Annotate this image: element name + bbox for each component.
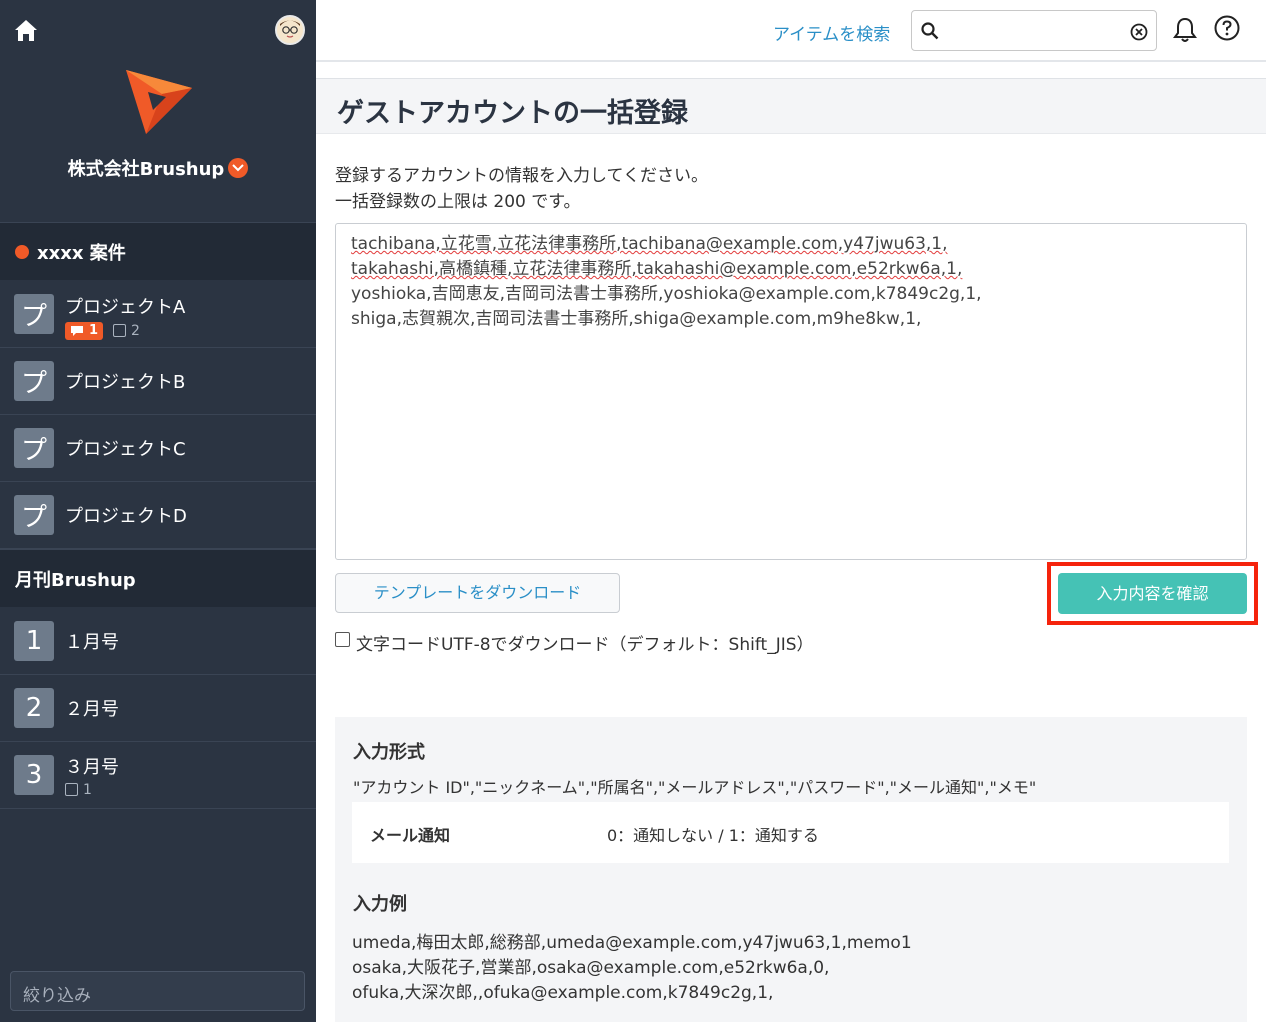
comment-badge: 1 (65, 321, 104, 340)
filter-input[interactable]: 絞り込み (10, 971, 305, 1011)
divider (316, 60, 1266, 62)
org-name-label: 株式会社Brushup (67, 159, 225, 180)
issue-label: ３月号 (65, 756, 119, 778)
org-name[interactable]: 株式会社Brushup (0, 155, 316, 181)
project-icon: プ (14, 294, 54, 334)
format-title: 入力形式 (353, 742, 425, 763)
sidebar-item-issue-1[interactable]: 1 １月号 (0, 608, 316, 675)
issue-icon: 1 (14, 621, 54, 661)
sidebar-item-project-d[interactable]: プ プロジェクトD (0, 482, 316, 549)
task-icon (113, 324, 127, 337)
issue-icon: 2 (14, 688, 54, 728)
project-icon: プ (14, 495, 54, 535)
search-input[interactable] (911, 10, 1157, 51)
search-icon (921, 22, 939, 40)
textarea-line: yoshioka,吉岡恵友,吉岡司法書士事務所,yoshioka@example… (351, 284, 982, 304)
description-line-2: 一括登録数の上限は 200 です。 (335, 192, 581, 212)
issue-label: １月号 (65, 632, 119, 653)
project-label: プロジェクトB (65, 372, 186, 393)
textarea-line: shiga,志賀親次,吉岡司法書士事務所,shiga@example.com,m… (351, 309, 922, 329)
project-label: プロジェクトC (65, 439, 186, 460)
avatar[interactable] (275, 15, 305, 45)
page-title: ゲストアカウントの一括登録 (337, 98, 688, 129)
example-line: ofuka,大深次郎,,ofuka@example.com,k7849c2g,1… (352, 983, 774, 1003)
comment-count: 1 (89, 323, 99, 338)
section-label: xxxx 案件 (37, 242, 126, 264)
utf8-checkbox-label[interactable]: 文字コードUTF-8でダウンロード（デフォルト：Shift_JIS） (356, 630, 814, 655)
home-icon[interactable] (12, 16, 40, 44)
sidebar-item-issue-3[interactable]: 3 ３月号 1 (0, 742, 316, 809)
sidebar: 株式会社Brushup xxxx 案件 プ プロジェクトA 1 2 プ プロジェ… (0, 0, 316, 1022)
format-columns: "アカウント ID","ニックネーム","所属名","メールアドレス","パスワ… (353, 778, 1037, 797)
project-icon: プ (14, 428, 54, 468)
confirm-input-button[interactable]: 入力内容を確認 (1058, 573, 1247, 614)
project-label: プロジェクトA (65, 296, 186, 318)
issue-icon: 3 (14, 755, 54, 795)
example-title: 入力例 (353, 894, 407, 915)
clear-icon (1130, 23, 1148, 41)
sidebar-item-project-a[interactable]: プ プロジェクトA 1 2 (0, 281, 316, 348)
sidebar-item-project-b[interactable]: プ プロジェクトB (0, 348, 316, 415)
sidebar-item-issue-2[interactable]: 2 ２月号 (0, 675, 316, 742)
chevron-down-icon[interactable] (228, 158, 249, 178)
project-label: プロジェクトD (65, 506, 187, 527)
textarea-line: takahashi,高橋鎮種,立花法律事務所,takahashi@example… (351, 259, 963, 279)
download-template-button[interactable]: テンプレートをダウンロード (335, 573, 620, 613)
description-line-1: 登録するアカウントの情報を入力してください。 (335, 166, 708, 186)
task-icon (65, 783, 78, 796)
textarea-line: tachibana,立花雪,立花法律事務所,tachibana@example.… (351, 234, 948, 254)
accounts-textarea[interactable]: tachibana,立花雪,立花法律事務所,tachibana@example.… (335, 223, 1247, 560)
example-line: osaka,大阪花子,営業部,osaka@example.com,e52rkw6… (352, 958, 830, 978)
format-key: メール通知 (370, 826, 451, 845)
section-header-magazine[interactable]: 月刊Brushup (0, 549, 316, 607)
help-icon[interactable] (1214, 15, 1240, 41)
project-icon: プ (14, 361, 54, 401)
section-label: 月刊Brushup (15, 569, 136, 591)
sidebar-item-project-c[interactable]: プ プロジェクトC (0, 415, 316, 482)
comment-icon (71, 325, 83, 336)
brushup-logo (122, 64, 194, 136)
example-line: umeda,梅田太郎,総務部,umeda@example.com,y47jwu6… (352, 933, 912, 953)
section-header-project[interactable]: xxxx 案件 (0, 222, 316, 280)
task-count: 1 (83, 781, 92, 798)
utf8-checkbox[interactable] (335, 632, 350, 647)
status-dot-icon (15, 244, 29, 259)
issue-label: ２月号 (65, 699, 119, 720)
search-items-link[interactable]: アイテムを検索 (773, 20, 890, 45)
task-count: 2 (131, 322, 140, 339)
format-value: 0：通知しない / 1：通知する (607, 826, 819, 845)
notification-bell-icon[interactable] (1172, 16, 1198, 44)
